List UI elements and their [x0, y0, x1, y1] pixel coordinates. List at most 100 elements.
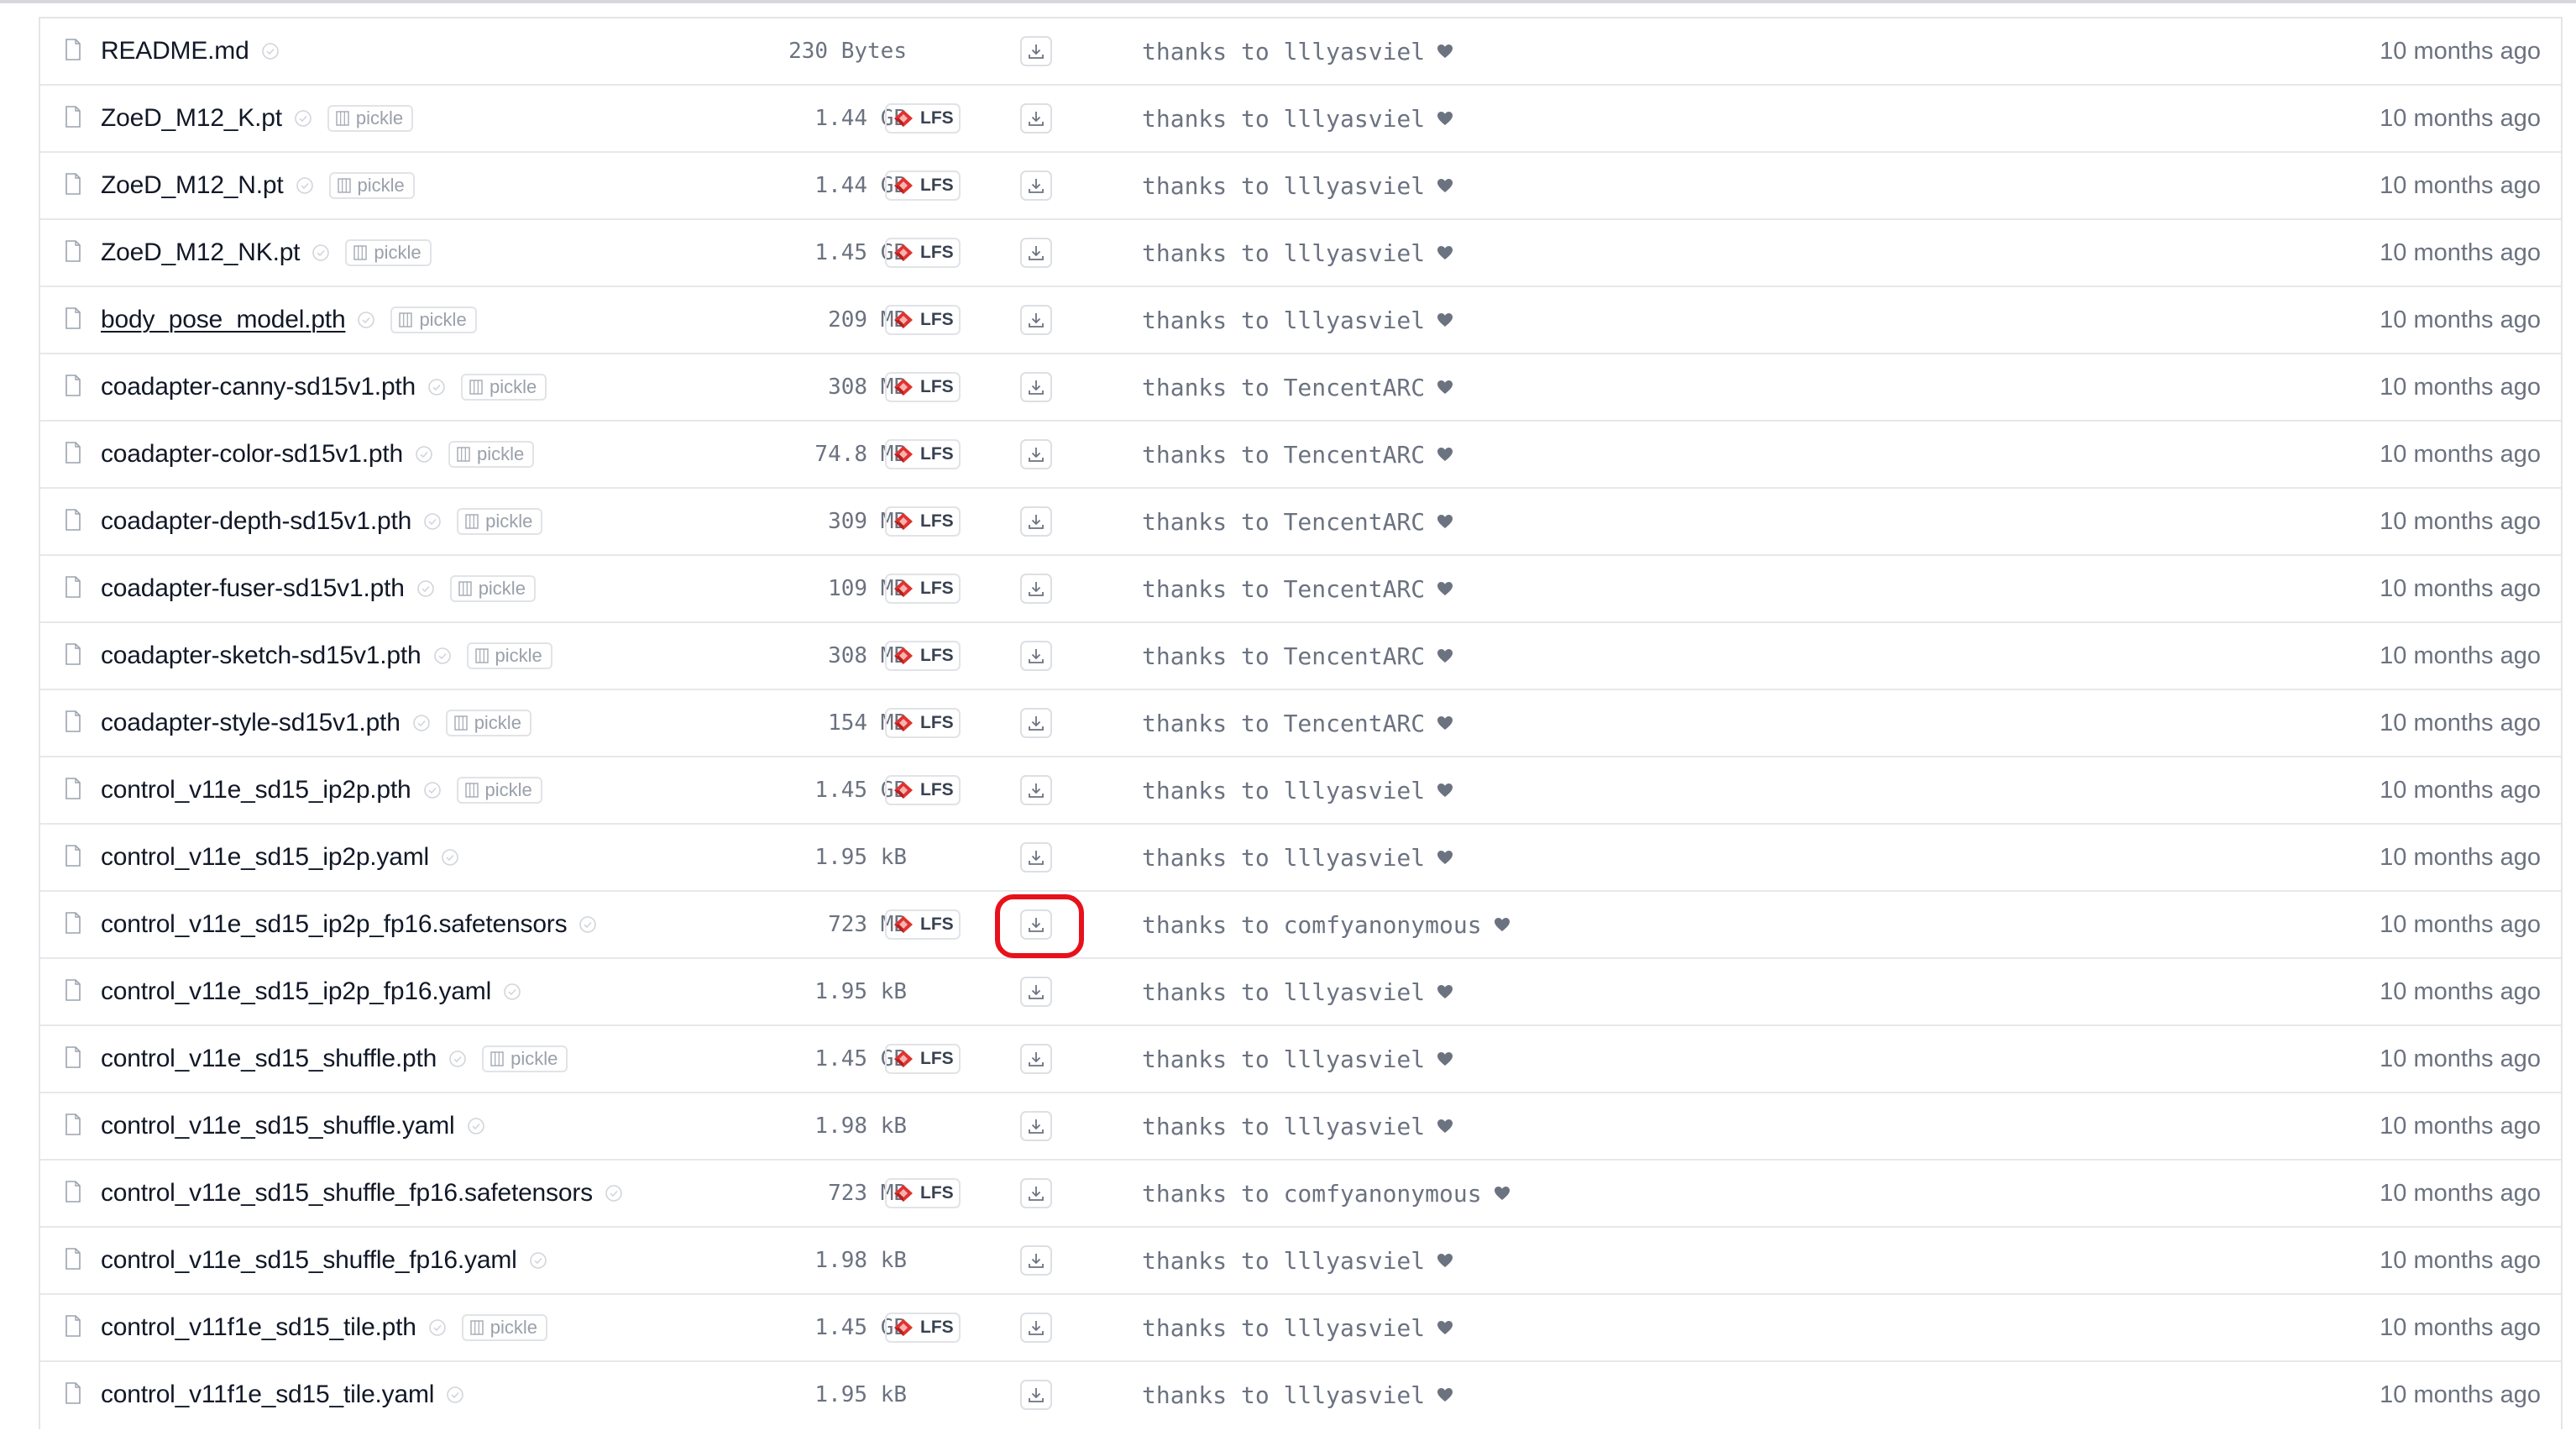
- lfs-badge[interactable]: LFS: [885, 372, 961, 402]
- download-button[interactable]: [1020, 372, 1052, 402]
- commit-message-link[interactable]: thanks to lllyasviel: [1142, 1362, 1453, 1428]
- download-button[interactable]: [1020, 574, 1052, 604]
- download-button[interactable]: [1020, 238, 1052, 268]
- download-button[interactable]: [1020, 708, 1052, 738]
- lfs-badge[interactable]: LFS: [885, 708, 961, 738]
- pickle-badge-label: pickle: [357, 175, 405, 196]
- commit-message-link[interactable]: thanks to TencentARC: [1142, 556, 1453, 621]
- commit-message-link[interactable]: thanks to lllyasviel: [1142, 86, 1453, 151]
- download-button[interactable]: [1020, 775, 1052, 805]
- lfs-badge[interactable]: LFS: [885, 1044, 961, 1074]
- download-button[interactable]: [1020, 1111, 1052, 1141]
- commit-message-link[interactable]: thanks to lllyasviel: [1142, 18, 1453, 84]
- file-name-link[interactable]: body_pose_model.pth: [101, 306, 346, 334]
- file-name-link[interactable]: coadapter-fuser-sd15v1.pth: [101, 574, 405, 603]
- download-button[interactable]: [1020, 641, 1052, 671]
- lfs-badge[interactable]: LFS: [885, 775, 961, 805]
- file-name-group: control_v11f1e_sd15_tile.yaml: [101, 1362, 464, 1428]
- commit-message: thanks to TencentARC: [1142, 709, 1426, 737]
- pickle-badge[interactable]: pickle: [345, 239, 432, 266]
- commit-message-link[interactable]: thanks to lllyasviel: [1142, 1295, 1453, 1360]
- lfs-badge-label: LFS: [920, 377, 954, 396]
- commit-message-link[interactable]: thanks to comfyanonymous: [1142, 892, 1511, 957]
- download-button[interactable]: [1020, 909, 1052, 940]
- download-button[interactable]: [1020, 1380, 1052, 1410]
- file-name-link[interactable]: control_v11e_sd15_shuffle.yaml: [101, 1112, 455, 1140]
- commit-message-link[interactable]: thanks to TencentARC: [1142, 354, 1453, 420]
- file-name-link[interactable]: coadapter-style-sd15v1.pth: [101, 709, 401, 737]
- lfs-badge[interactable]: LFS: [885, 170, 961, 201]
- file-name-link[interactable]: coadapter-depth-sd15v1.pth: [101, 507, 411, 536]
- pickle-badge[interactable]: pickle: [461, 1314, 548, 1341]
- pickle-badge[interactable]: pickle: [445, 710, 531, 736]
- commit-message-link[interactable]: thanks to TencentARC: [1142, 422, 1453, 487]
- download-button[interactable]: [1020, 439, 1052, 469]
- file-name-link[interactable]: coadapter-canny-sd15v1.pth: [101, 373, 416, 401]
- download-button[interactable]: [1020, 170, 1052, 201]
- download-button[interactable]: [1020, 36, 1052, 66]
- lfs-badge[interactable]: LFS: [885, 574, 961, 604]
- file-name-link[interactable]: ZoeD_M12_NK.pt: [101, 238, 301, 267]
- file-name-link[interactable]: control_v11e_sd15_shuffle_fp16.yaml: [101, 1246, 517, 1275]
- file-row: control_v11e_sd15_shuffle.yaml 1.98 kB t…: [40, 1093, 2561, 1161]
- pickle-badge[interactable]: pickle: [327, 105, 414, 132]
- download-button[interactable]: [1020, 506, 1052, 537]
- pickle-badge[interactable]: pickle: [448, 441, 535, 468]
- lfs-badge[interactable]: LFS: [885, 305, 961, 335]
- lfs-badge[interactable]: LFS: [885, 909, 961, 940]
- download-button[interactable]: [1020, 842, 1052, 872]
- commit-message: thanks to lllyasviel: [1142, 238, 1426, 267]
- commit-message-link[interactable]: thanks to comfyanonymous: [1142, 1161, 1511, 1226]
- commit-message-link[interactable]: thanks to lllyasviel: [1142, 287, 1453, 353]
- pickle-badge[interactable]: pickle: [461, 374, 547, 401]
- file-name-link[interactable]: control_v11e_sd15_ip2p_fp16.safetensors: [101, 910, 568, 939]
- commit-message-link[interactable]: thanks to lllyasviel: [1142, 825, 1453, 890]
- lfs-badge[interactable]: LFS: [885, 1313, 961, 1343]
- shield-check-icon: [295, 110, 312, 127]
- lfs-badge[interactable]: LFS: [885, 641, 961, 671]
- commit-message-link[interactable]: thanks to TencentARC: [1142, 489, 1453, 554]
- file-name-link[interactable]: ZoeD_M12_K.pt: [101, 104, 282, 133]
- file-name-link[interactable]: control_v11e_sd15_shuffle_fp16.safetenso…: [101, 1179, 593, 1208]
- download-button[interactable]: [1020, 1313, 1052, 1343]
- lfs-badge[interactable]: LFS: [885, 506, 961, 537]
- pickle-badge[interactable]: pickle: [390, 307, 477, 333]
- pickle-badge[interactable]: pickle: [482, 1045, 568, 1072]
- file-name-link[interactable]: coadapter-sketch-sd15v1.pth: [101, 642, 421, 670]
- download-button[interactable]: [1020, 1245, 1052, 1276]
- commit-message-link[interactable]: thanks to TencentARC: [1142, 623, 1453, 689]
- file-name-link[interactable]: ZoeD_M12_N.pt: [101, 171, 284, 200]
- lfs-badge[interactable]: LFS: [885, 103, 961, 134]
- file-name-link[interactable]: control_v11f1e_sd15_tile.yaml: [101, 1381, 434, 1409]
- file-name-link[interactable]: README.md: [101, 37, 249, 66]
- file-name-link[interactable]: control_v11f1e_sd15_tile.pth: [101, 1313, 416, 1342]
- file-name-link[interactable]: control_v11e_sd15_ip2p.pth: [101, 776, 411, 804]
- file-name-link[interactable]: control_v11e_sd15_shuffle.pth: [101, 1045, 437, 1073]
- file-name-link[interactable]: control_v11e_sd15_ip2p.yaml: [101, 843, 429, 872]
- commit-message-link[interactable]: thanks to lllyasviel: [1142, 1026, 1453, 1092]
- download-button[interactable]: [1020, 977, 1052, 1007]
- download-button[interactable]: [1020, 1178, 1052, 1208]
- download-button[interactable]: [1020, 103, 1052, 134]
- commit-message-link[interactable]: thanks to lllyasviel: [1142, 153, 1453, 218]
- commit-message-link[interactable]: thanks to lllyasviel: [1142, 959, 1453, 1024]
- download-icon: [1029, 179, 1044, 193]
- commit-message-link[interactable]: thanks to lllyasviel: [1142, 757, 1453, 823]
- lfs-badge[interactable]: LFS: [885, 238, 961, 268]
- download-button[interactable]: [1020, 305, 1052, 335]
- lfs-badge[interactable]: LFS: [885, 1178, 961, 1208]
- commit-message-link[interactable]: thanks to lllyasviel: [1142, 220, 1453, 286]
- pickle-badge[interactable]: pickle: [456, 777, 542, 804]
- pickle-badge[interactable]: pickle: [449, 575, 536, 602]
- download-button[interactable]: [1020, 1044, 1052, 1074]
- pickle-badge[interactable]: pickle: [328, 172, 415, 199]
- file-name-link[interactable]: control_v11e_sd15_ip2p_fp16.yaml: [101, 977, 491, 1006]
- pickle-badge[interactable]: pickle: [466, 642, 552, 669]
- file-name-link[interactable]: coadapter-color-sd15v1.pth: [101, 440, 403, 469]
- commit-message-link[interactable]: thanks to lllyasviel: [1142, 1093, 1453, 1159]
- commit-message-link[interactable]: thanks to lllyasviel: [1142, 1228, 1453, 1293]
- lfs-badge-label: LFS: [920, 243, 954, 262]
- pickle-badge[interactable]: pickle: [457, 508, 543, 535]
- lfs-badge[interactable]: LFS: [885, 439, 961, 469]
- commit-message-link[interactable]: thanks to TencentARC: [1142, 690, 1453, 756]
